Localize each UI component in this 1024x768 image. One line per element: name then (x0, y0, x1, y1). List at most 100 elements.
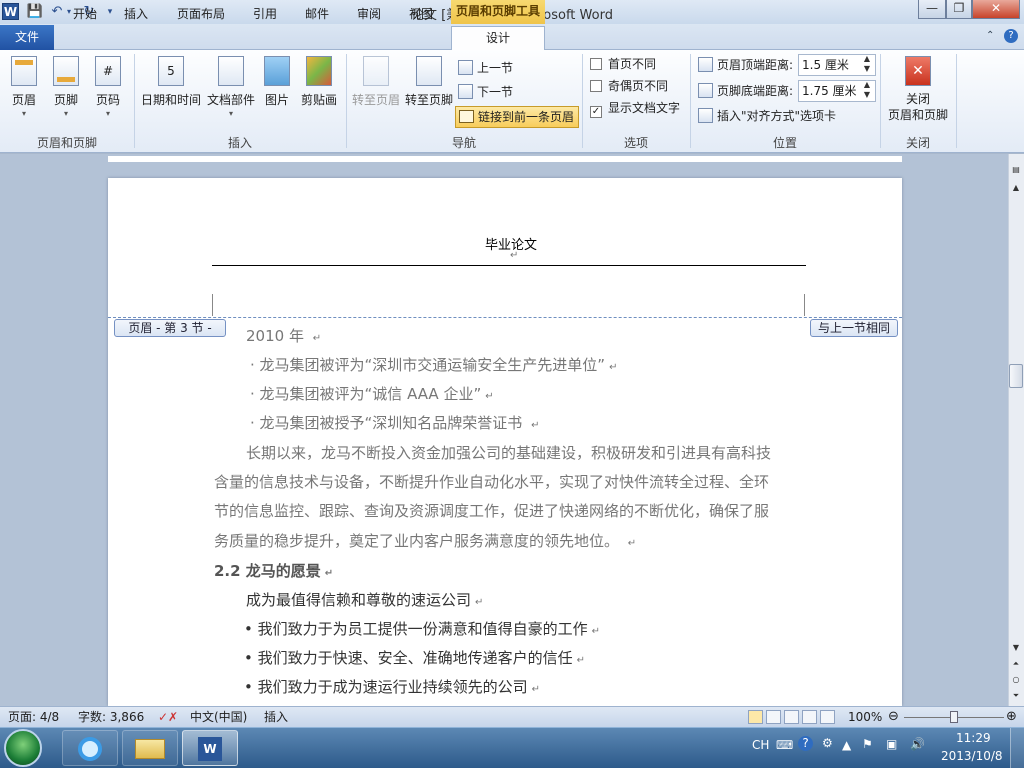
award-line: · 龙马集团被授予“深圳知名品牌荣誉证书 ↵ (250, 414, 540, 432)
different-odd-even-checkbox[interactable]: 奇偶页不同 (590, 76, 668, 96)
tab-page-layout[interactable]: 页面布局 (170, 3, 232, 26)
spinner-arrows-icon[interactable]: ▲ ▼ (860, 80, 874, 102)
explorer-icon[interactable] (122, 730, 178, 766)
header-icon (11, 56, 37, 86)
goto-footer-button[interactable]: 转至页脚 (404, 56, 454, 108)
ruler-toggle-icon[interactable]: ▤ (1008, 162, 1024, 177)
close-red-x-icon: ✕ (905, 56, 931, 86)
clock-time[interactable]: 11:29 (956, 731, 991, 745)
vertical-scrollbar[interactable] (1008, 154, 1024, 706)
previous-page-icon[interactable]: ⏶ (1008, 656, 1024, 671)
vision-bullet: • 我们致力于为员工提供一份满意和值得自豪的工作 ↵ (244, 620, 601, 638)
picture-button[interactable]: 图片 (260, 56, 294, 108)
previous-page-edge (108, 156, 902, 162)
previous-section-button[interactable]: 上一节 (458, 58, 513, 78)
zoom-in-icon[interactable]: ⊕ (1006, 707, 1017, 727)
outline-view-icon[interactable] (802, 710, 817, 724)
quick-parts-icon (218, 56, 244, 86)
zoom-slider-knob[interactable] (950, 711, 958, 723)
settings-tray-icon[interactable]: ⚙ (822, 736, 833, 750)
body-line: 节的信息监控、跟踪、查询及资源调度工作，促进了快递网络的不断优化，确保了服 (214, 502, 770, 520)
insert-alignment-tab-button[interactable]: 插入"对齐方式"选项卡 (698, 106, 836, 126)
clip-art-button[interactable]: 剪贴画 (298, 56, 340, 108)
language-indicator[interactable]: 中文(中国) (190, 707, 247, 727)
help-icon[interactable]: ? (1004, 29, 1018, 43)
group-label-insert: 插入 (227, 136, 252, 150)
link-to-previous-button[interactable]: 链接到前一条页眉 (455, 106, 579, 128)
minimize-ribbon-icon[interactable]: ⌃ (986, 30, 994, 41)
tab-review[interactable]: 审阅 (348, 3, 390, 26)
page-count[interactable]: 页面: 4/8 (8, 707, 59, 727)
award-line: · 龙马集团被评为“诚信 AAA 企业” ↵ (250, 385, 494, 403)
margin-marker (804, 294, 805, 316)
show-hidden-icons-icon[interactable]: ▲ (842, 738, 851, 752)
word-count[interactable]: 字数: 3,866 (78, 707, 144, 727)
zoom-out-icon[interactable]: ⊖ (888, 707, 899, 727)
tab-insert[interactable]: 插入 (114, 3, 158, 26)
margin-marker (212, 294, 213, 316)
volume-icon[interactable]: 🔊 (910, 737, 925, 751)
maximize-button[interactable]: ❐ (946, 0, 972, 19)
alignment-tab-icon (698, 108, 713, 123)
body-line: 务质量的稳步提升，奠定了业内客户服务满意度的领先地位。 ↵ (214, 532, 637, 550)
web-layout-icon[interactable] (784, 710, 799, 724)
help-tray-icon[interactable]: ? (798, 736, 813, 751)
goto-footer-icon (416, 56, 442, 86)
scrollbar-thumb[interactable] (1009, 364, 1023, 388)
show-document-text-checkbox[interactable]: ✓ 显示文档文字 (590, 98, 680, 118)
tab-view[interactable]: 视图 (400, 3, 442, 26)
vision-bullet: • 我们致力于成为速运行业持续领先的公司 ↵ (244, 678, 541, 696)
vision-bullet: • 我们致力于快速、安全、准确地传递客户的信任 ↵ (244, 649, 586, 667)
checkmark-icon: ✓ (590, 106, 602, 118)
zoom-level[interactable]: 100% (848, 707, 882, 727)
next-page-icon[interactable]: ⏷ (1008, 688, 1024, 703)
same-as-previous-tag: 与上一节相同 (810, 319, 898, 337)
scroll-down-icon[interactable]: ▼ (1008, 640, 1024, 655)
body-line: 含量的信息技术与设备，不断提升作业自动化水平，实现了对快件流转全过程、全环 (214, 473, 770, 491)
select-browse-object-icon[interactable]: ○ (1008, 672, 1024, 687)
paragraph-mark: ↵ (510, 250, 519, 261)
spelling-check-icon[interactable]: ✓✗ (158, 707, 178, 727)
tab-references[interactable]: 引用 (244, 3, 286, 26)
action-center-flag-icon[interactable]: ⚑ (862, 737, 873, 751)
group-separator (956, 54, 957, 148)
ie-icon[interactable] (62, 730, 118, 766)
spinner-arrows-icon[interactable]: ▲ ▼ (860, 54, 874, 76)
print-layout-icon[interactable] (748, 710, 763, 724)
close-button[interactable]: ✕ (972, 0, 1020, 19)
page-number-button[interactable]: # 页码 ▾ (90, 56, 126, 118)
checkbox-icon (590, 80, 602, 92)
insert-mode-indicator[interactable]: 插入 (264, 707, 288, 727)
close-header-footer-button[interactable]: ✕ 关闭 页眉和页脚 (884, 56, 952, 123)
full-screen-reading-icon[interactable] (766, 710, 781, 724)
footer-icon (53, 56, 79, 86)
header-top-distance-label: 页眉顶端距离: (698, 55, 793, 75)
tab-mailings[interactable]: 邮件 (296, 3, 338, 26)
header-section-tag: 页眉 - 第 3 节 - (114, 319, 226, 337)
goto-header-button[interactable]: 转至页眉 (350, 56, 402, 108)
word-icon[interactable]: W (182, 730, 238, 766)
tab-file[interactable]: 文件 (0, 25, 54, 50)
different-first-page-checkbox[interactable]: 首页不同 (590, 54, 656, 74)
clock-date[interactable]: 2013/10/8 (941, 749, 1003, 763)
picture-icon (264, 56, 290, 86)
start-button-icon[interactable] (4, 729, 42, 767)
header-boundary-line (108, 317, 902, 318)
network-icon[interactable]: ▣ (886, 737, 897, 751)
tab-design[interactable]: 设计 (451, 26, 545, 50)
scroll-up-icon[interactable]: ▲ (1008, 180, 1024, 195)
tab-home[interactable]: 开始 (62, 3, 108, 26)
draft-view-icon[interactable] (820, 710, 835, 724)
quick-parts-button[interactable]: 文档部件 ▾ (204, 56, 258, 118)
status-bar: 页面: 4/8 字数: 3,866 ✓✗ 中文(中国) 插入 100% ⊖ ⊕ (0, 706, 1024, 727)
keyboard-icon[interactable]: ⌨ (776, 738, 793, 752)
header-underline (212, 265, 806, 266)
date-time-button[interactable]: 5 日期和时间 (140, 56, 202, 108)
footer-button[interactable]: 页脚 ▾ (48, 56, 84, 118)
show-desktop-button[interactable] (1010, 728, 1024, 768)
minimize-button[interactable]: — (918, 0, 946, 19)
input-language[interactable]: CH (752, 738, 769, 752)
next-section-button[interactable]: 下一节 (458, 82, 513, 102)
header-button[interactable]: 页眉 ▾ (6, 56, 42, 118)
footer-bottom-distance-label: 页脚底端距离: (698, 81, 793, 101)
